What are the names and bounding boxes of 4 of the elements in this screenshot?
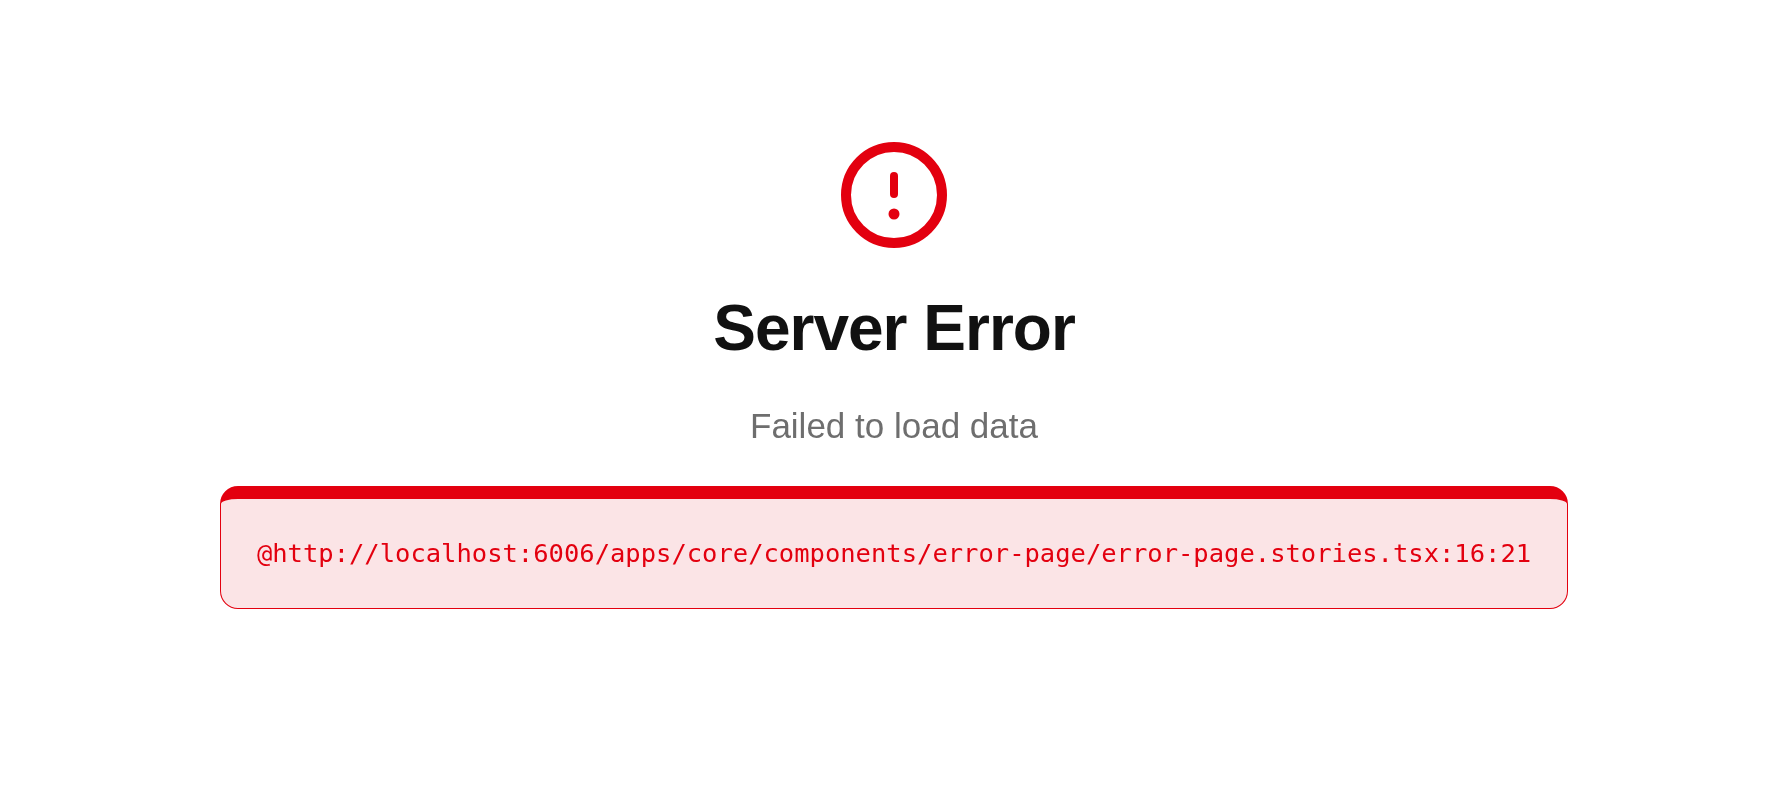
- error-message: Failed to load data: [750, 405, 1038, 447]
- error-title: Server Error: [713, 291, 1075, 365]
- error-stack-trace: @http://localhost:6006/apps/core/components/error-page/error-page.stories.tsx:16:21: [256, 539, 1532, 568]
- alert-icon: [841, 142, 947, 248]
